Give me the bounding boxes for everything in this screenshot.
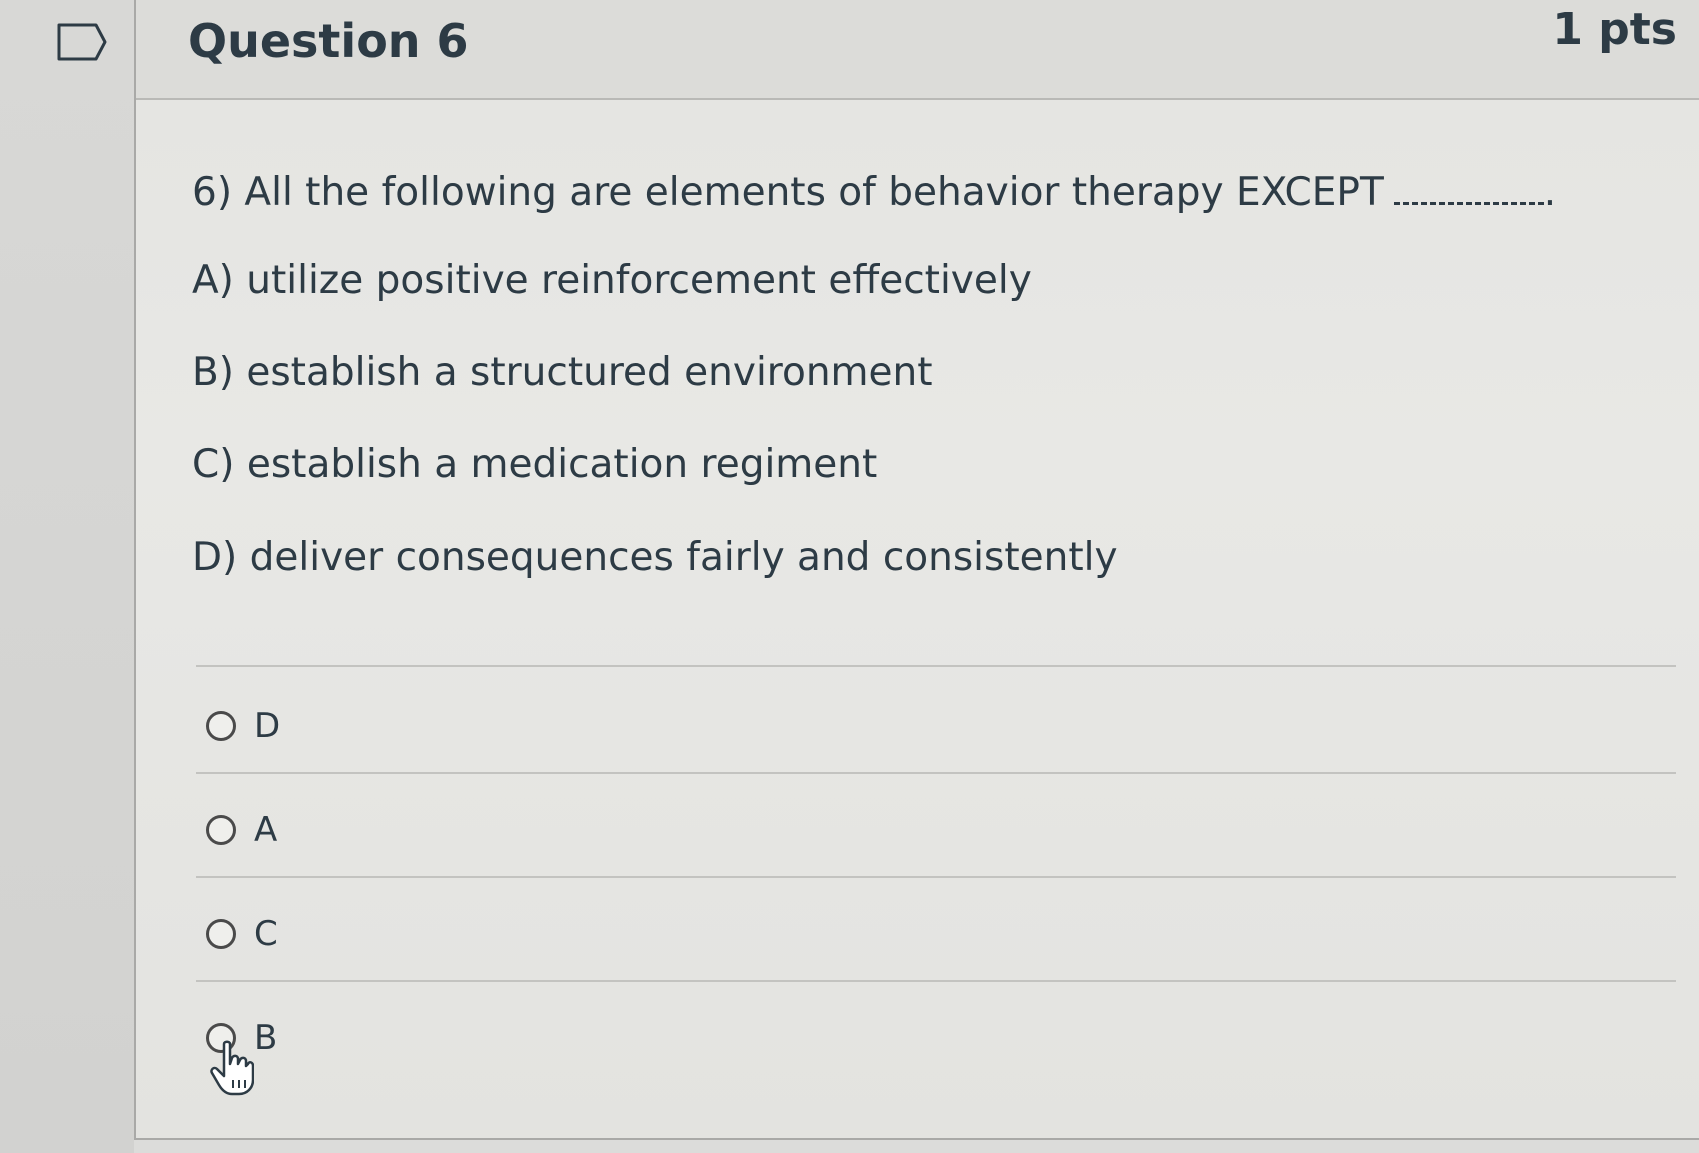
answer-divider: [196, 772, 1676, 774]
blank-line: [1393, 196, 1544, 205]
question-points: 1 pts: [1552, 4, 1677, 55]
answer-label: C: [254, 914, 278, 954]
hand-pointer-icon: [210, 1040, 254, 1096]
option-text-c: C) establish a medication regiment: [192, 442, 878, 487]
radio-button[interactable]: [206, 919, 236, 949]
question-prompt: 6) All the following are elements of beh…: [192, 170, 1556, 215]
answer-option[interactable]: A: [206, 800, 806, 860]
option-text-d: D) deliver consequences fairly and consi…: [192, 535, 1118, 580]
answer-option[interactable]: B: [206, 1008, 806, 1068]
answer-label: D: [254, 706, 281, 746]
left-gutter: [0, 0, 134, 1153]
question-title: Question 6: [188, 14, 469, 68]
radio-button[interactable]: [206, 711, 236, 741]
answer-label: A: [254, 810, 278, 850]
radio-button[interactable]: [206, 815, 236, 845]
question-header: Question 6 1 pts: [136, 0, 1699, 100]
question-prompt-end: .: [1543, 170, 1557, 215]
question-card: Question 6 1 pts 6) All the following ar…: [134, 0, 1699, 1140]
option-text-b: B) establish a structured environment: [192, 350, 933, 395]
answer-option[interactable]: D: [206, 696, 806, 756]
answer-divider: [196, 876, 1676, 878]
option-text-a: A) utilize positive reinforcement effect…: [192, 258, 1032, 303]
answer-option[interactable]: C: [206, 904, 806, 964]
answer-divider: [196, 665, 1676, 667]
answer-label: B: [254, 1018, 278, 1058]
answer-divider: [196, 980, 1676, 982]
flag-question-icon[interactable]: [56, 22, 108, 62]
question-prompt-text: 6) All the following are elements of beh…: [192, 170, 1384, 215]
